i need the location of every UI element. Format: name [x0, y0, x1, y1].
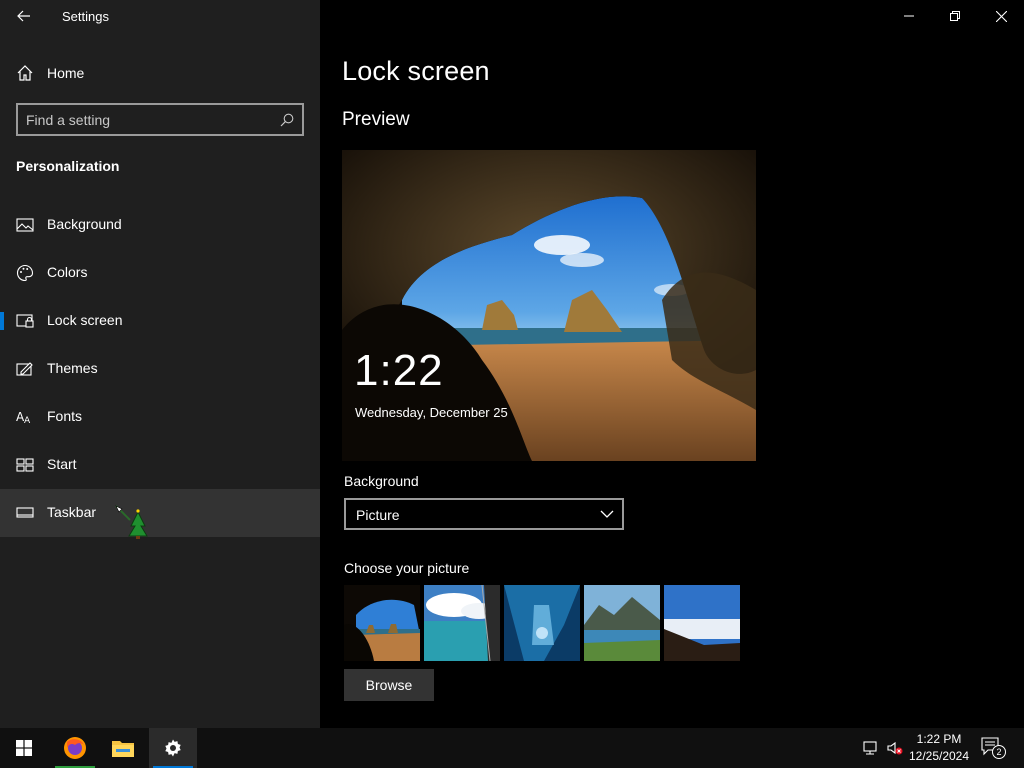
sidebar-item-start[interactable]: Start — [0, 441, 320, 489]
taskbar-file-explorer-button[interactable] — [99, 728, 147, 768]
palette-icon — [17, 264, 34, 282]
christmas-tree-cursor-icon — [115, 505, 148, 539]
sidebar-item-label: Home — [47, 65, 85, 81]
minimize-button[interactable] — [886, 0, 932, 32]
background-dropdown[interactable]: Picture — [344, 498, 624, 530]
back-arrow-icon — [17, 10, 30, 22]
back-button[interactable] — [8, 4, 40, 28]
lock-screen-preview: 1:22 Wednesday, December 25 — [342, 150, 756, 461]
system-clock[interactable]: 1:22 PM 12/25/2024 — [906, 731, 972, 765]
settings-window: Settings Home Personalization Background — [0, 0, 1024, 728]
windows-logo-icon — [16, 740, 32, 756]
sidebar-item-label: Start — [47, 456, 77, 472]
section-title: Personalization — [16, 158, 120, 174]
close-icon — [995, 10, 1007, 22]
sidebar-item-label: Taskbar — [47, 504, 97, 520]
clock-date: 12/25/2024 — [908, 749, 970, 763]
search-box[interactable] — [16, 103, 304, 136]
taskbar-icon — [16, 507, 34, 518]
mountain-lake-thumbnail-image — [584, 585, 660, 661]
dropdown-value: Picture — [356, 507, 400, 523]
taskbar-settings-button[interactable] — [149, 728, 197, 768]
sidebar-item-colors[interactable]: Colors — [0, 249, 320, 297]
gear-icon — [165, 739, 181, 757]
network-icon[interactable] — [862, 739, 880, 757]
sidebar-item-label: Background — [47, 216, 122, 232]
themes-icon — [16, 362, 33, 376]
picture-thumbnail[interactable] — [344, 585, 420, 661]
action-center-button[interactable]: 2 — [980, 736, 1006, 760]
sidebar-item-background[interactable]: Background — [0, 201, 320, 249]
cliff-clouds-thumbnail-image — [664, 585, 740, 661]
window-title: Settings — [62, 9, 109, 24]
start-button[interactable] — [0, 728, 48, 768]
volume-muted-icon[interactable] — [886, 739, 904, 757]
picture-icon — [16, 218, 34, 232]
sidebar-item-label: Colors — [47, 264, 88, 280]
sidebar-item-label: Themes — [47, 360, 98, 376]
sidebar: Settings Home Personalization Background — [0, 0, 320, 728]
lock-screen-icon — [16, 314, 34, 328]
notification-count-badge: 2 — [992, 745, 1006, 759]
restore-button[interactable] — [932, 0, 978, 32]
title-bar: Settings — [0, 0, 320, 32]
folder-icon — [112, 741, 134, 757]
minimize-icon — [904, 15, 914, 17]
sidebar-item-label: Fonts — [47, 408, 83, 424]
selected-indicator — [0, 312, 4, 330]
picture-thumbnail[interactable] — [584, 585, 660, 661]
sidebar-item-taskbar[interactable]: Taskbar — [0, 489, 320, 537]
picture-thumbnail[interactable] — [504, 585, 580, 661]
sidebar-item-themes[interactable]: Themes — [0, 345, 320, 393]
close-button[interactable] — [978, 0, 1024, 32]
restore-icon — [950, 11, 960, 21]
browse-button[interactable]: Browse — [344, 669, 434, 701]
cave-thumbnail-image — [344, 585, 420, 661]
picture-thumbnail[interactable] — [424, 585, 500, 661]
preview-heading: Preview — [342, 109, 410, 130]
page-title: Lock screen — [342, 56, 490, 86]
sidebar-item-lock-screen[interactable]: Lock screen — [0, 297, 320, 345]
start-icon — [16, 458, 34, 472]
sidebar-item-home[interactable]: Home — [0, 52, 320, 94]
chevron-down-icon — [600, 510, 614, 518]
taskbar-firefox-button[interactable] — [51, 728, 99, 768]
background-label: Background — [344, 473, 419, 489]
main-content: Lock screen Preview 1:22 Wednesday, Dece… — [320, 0, 1024, 728]
firefox-icon — [64, 737, 86, 759]
search-input[interactable] — [26, 111, 270, 129]
sidebar-item-label: Lock screen — [47, 312, 123, 328]
sidebar-item-fonts[interactable]: A A Fonts — [0, 393, 320, 441]
clock-time: 1:22 PM — [916, 732, 962, 746]
search-icon[interactable] — [280, 113, 294, 127]
ocean-rock-thumbnail-image — [424, 585, 500, 661]
preview-date: Wednesday, December 25 — [355, 405, 508, 420]
preview-clock: 1:22 — [354, 346, 444, 395]
ice-cave-thumbnail-image — [504, 585, 580, 661]
svg-text:A: A — [24, 416, 31, 426]
fonts-icon: A A — [16, 410, 31, 426]
choose-picture-label: Choose your picture — [344, 560, 470, 576]
taskbar: 1:22 PM 12/25/2024 2 — [0, 728, 1024, 768]
home-icon — [17, 65, 33, 81]
picture-thumbnail[interactable] — [664, 585, 740, 661]
